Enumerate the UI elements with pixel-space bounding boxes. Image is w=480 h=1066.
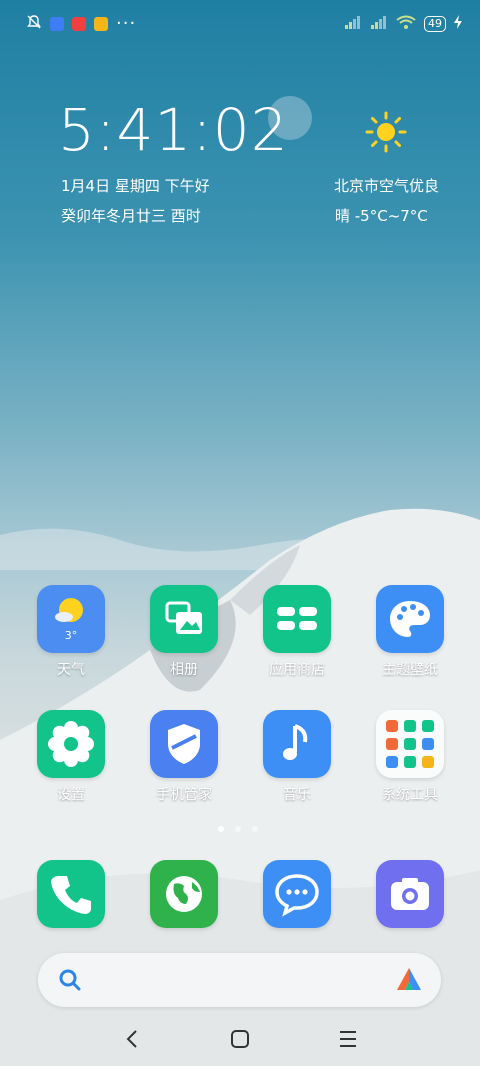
app-label: 应用商店	[269, 662, 325, 678]
page-dot[interactable]	[235, 826, 241, 832]
app-system-tools-folder[interactable]: 系统工具	[360, 710, 460, 804]
dock-phone[interactable]	[21, 860, 121, 928]
back-icon[interactable]	[118, 1026, 148, 1052]
app-store-icon	[263, 585, 331, 653]
charging-icon	[454, 14, 462, 33]
app-notification-icon	[50, 17, 64, 31]
temperature-range: 晴 -5°C~7°C	[335, 207, 428, 225]
status-bar: ··· 49	[0, 0, 480, 50]
clock-date: 1月4日 星期四 下午好	[61, 177, 210, 195]
app-label: 相册	[170, 662, 198, 678]
home-icon[interactable]	[225, 1026, 255, 1052]
app-label: 天气	[57, 662, 85, 678]
app-label: 主题壁纸	[382, 662, 438, 678]
music-note-icon	[263, 710, 331, 778]
page-dot[interactable]	[218, 826, 224, 832]
battery-level: 49	[424, 15, 446, 32]
page-dot[interactable]	[252, 826, 258, 832]
phone-icon	[37, 860, 105, 928]
clock-time[interactable]: 5:41:02	[58, 96, 289, 164]
search-icon[interactable]	[58, 968, 82, 996]
weather-badge: 3°	[64, 629, 78, 642]
app-label: 音乐	[283, 787, 311, 803]
navigation-bar	[0, 1012, 480, 1066]
dock-camera[interactable]	[360, 860, 460, 928]
app-settings[interactable]: 设置	[21, 710, 121, 804]
more-notifications: ···	[116, 13, 137, 34]
palette-icon	[376, 585, 444, 653]
page-indicator	[218, 826, 258, 832]
app-security[interactable]: 手机管家	[134, 710, 234, 804]
app-label: 设置	[57, 787, 85, 803]
app-notification-icon	[94, 17, 108, 31]
app-weather[interactable]: 3° 天气	[21, 585, 121, 679]
gear-icon	[37, 710, 105, 778]
assistant-icon[interactable]	[395, 966, 423, 998]
wifi-icon	[396, 14, 416, 33]
gallery-icon	[150, 585, 218, 653]
app-label: 手机管家	[156, 787, 212, 803]
folder-icon	[376, 710, 444, 778]
dock-browser[interactable]	[134, 860, 234, 928]
dock-messages[interactable]	[247, 860, 347, 928]
messages-icon	[263, 860, 331, 928]
air-quality: 北京市空气优良	[334, 177, 440, 195]
browser-icon	[150, 860, 218, 928]
shield-icon	[150, 710, 218, 778]
camera-icon	[376, 860, 444, 928]
app-notification-icon	[72, 17, 86, 31]
search-bar[interactable]	[38, 953, 441, 1007]
app-store[interactable]: 应用商店	[247, 585, 347, 679]
lunar-date: 癸卯年冬月廿三 酉时	[61, 207, 201, 225]
app-music[interactable]: 音乐	[247, 710, 347, 804]
app-themes[interactable]: 主题壁纸	[360, 585, 460, 679]
app-label: 系统工具	[382, 787, 438, 803]
signal-icon	[370, 14, 388, 33]
app-gallery[interactable]: 相册	[134, 585, 234, 679]
bell-off-icon	[26, 14, 42, 34]
menu-icon[interactable]	[333, 1026, 363, 1052]
weather-app-icon: 3°	[37, 585, 105, 653]
signal-icon	[344, 14, 362, 33]
sun-icon[interactable]	[364, 110, 408, 154]
